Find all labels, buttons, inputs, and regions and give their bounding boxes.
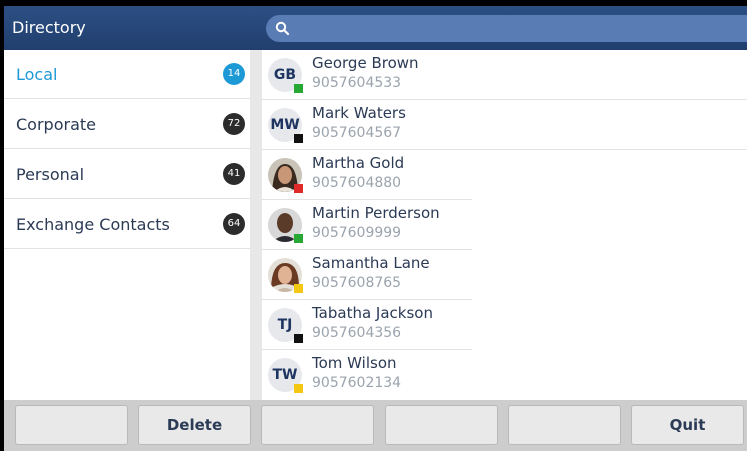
contact-number: 9057602134 xyxy=(312,375,402,391)
count-badge: 72 xyxy=(223,113,245,135)
softkey-bar: Delete Quit xyxy=(4,400,747,451)
contact-list: GB George Brown 9057604533 MW Mark Water… xyxy=(262,50,747,400)
category-label: Corporate xyxy=(16,115,96,134)
softkey-4[interactable] xyxy=(385,405,498,445)
directory-screen: Directory Local 14 Corporate 72 Personal… xyxy=(4,6,747,451)
contact-name: Martha Gold xyxy=(312,154,405,172)
category-personal[interactable]: Personal 41 xyxy=(4,150,250,199)
contact-number: 9057604880 xyxy=(312,175,402,191)
category-corporate[interactable]: Corporate 72 xyxy=(4,100,250,149)
category-label: Local xyxy=(16,65,58,84)
contact-name: Mark Waters xyxy=(312,104,406,122)
contact-number: 9057604567 xyxy=(312,125,402,141)
contact-row[interactable]: TJ Tabatha Jackson 9057604356 xyxy=(262,300,472,350)
header-bar: Directory xyxy=(4,6,747,50)
contact-row[interactable]: MW Mark Waters 9057604567 xyxy=(262,100,747,150)
softkey-5[interactable] xyxy=(508,405,621,445)
presence-indicator xyxy=(294,184,303,193)
contact-number: 9057604356 xyxy=(312,325,402,341)
presence-indicator xyxy=(294,384,303,393)
quit-button[interactable]: Quit xyxy=(631,405,744,445)
contact-name: Samantha Lane xyxy=(312,254,430,272)
contact-name: Tabatha Jackson xyxy=(312,304,433,322)
contact-row[interactable]: Martin Perderson 9057609999 xyxy=(262,200,472,250)
count-badge: 14 xyxy=(223,63,245,85)
contact-row[interactable]: GB George Brown 9057604533 xyxy=(262,50,747,100)
presence-indicator xyxy=(294,234,303,243)
contact-row[interactable]: Martha Gold 9057604880 xyxy=(262,150,472,200)
contact-number: 9057604533 xyxy=(312,75,402,91)
presence-indicator xyxy=(294,334,303,343)
contact-row[interactable]: Samantha Lane 9057608765 xyxy=(262,250,472,300)
phone-frame: Directory Local 14 Corporate 72 Personal… xyxy=(0,0,747,451)
count-badge: 41 xyxy=(223,163,245,185)
category-label: Exchange Contacts xyxy=(16,215,170,234)
contact-name: George Brown xyxy=(312,54,419,72)
presence-indicator xyxy=(294,134,303,143)
search-icon xyxy=(275,21,290,36)
contact-number: 9057608765 xyxy=(312,275,402,291)
delete-button[interactable]: Delete xyxy=(138,405,251,445)
contact-name: Martin Perderson xyxy=(312,204,440,222)
category-exchange-contacts[interactable]: Exchange Contacts 64 xyxy=(4,200,250,249)
presence-indicator xyxy=(294,284,303,293)
contact-row[interactable]: TW Tom Wilson 9057602134 xyxy=(262,350,472,400)
category-local[interactable]: Local 14 xyxy=(4,50,250,99)
page-title: Directory xyxy=(12,18,86,37)
count-badge: 64 xyxy=(223,213,245,235)
presence-indicator xyxy=(294,84,303,93)
category-list: Local 14 Corporate 72 Personal 41 Exchan… xyxy=(4,50,250,400)
search-field[interactable] xyxy=(266,15,747,42)
contact-number: 9057609999 xyxy=(312,225,402,241)
pane-divider xyxy=(250,50,262,400)
category-label: Personal xyxy=(16,165,85,184)
softkey-3[interactable] xyxy=(261,405,374,445)
contact-name: Tom Wilson xyxy=(312,354,397,372)
softkey-1[interactable] xyxy=(15,405,128,445)
